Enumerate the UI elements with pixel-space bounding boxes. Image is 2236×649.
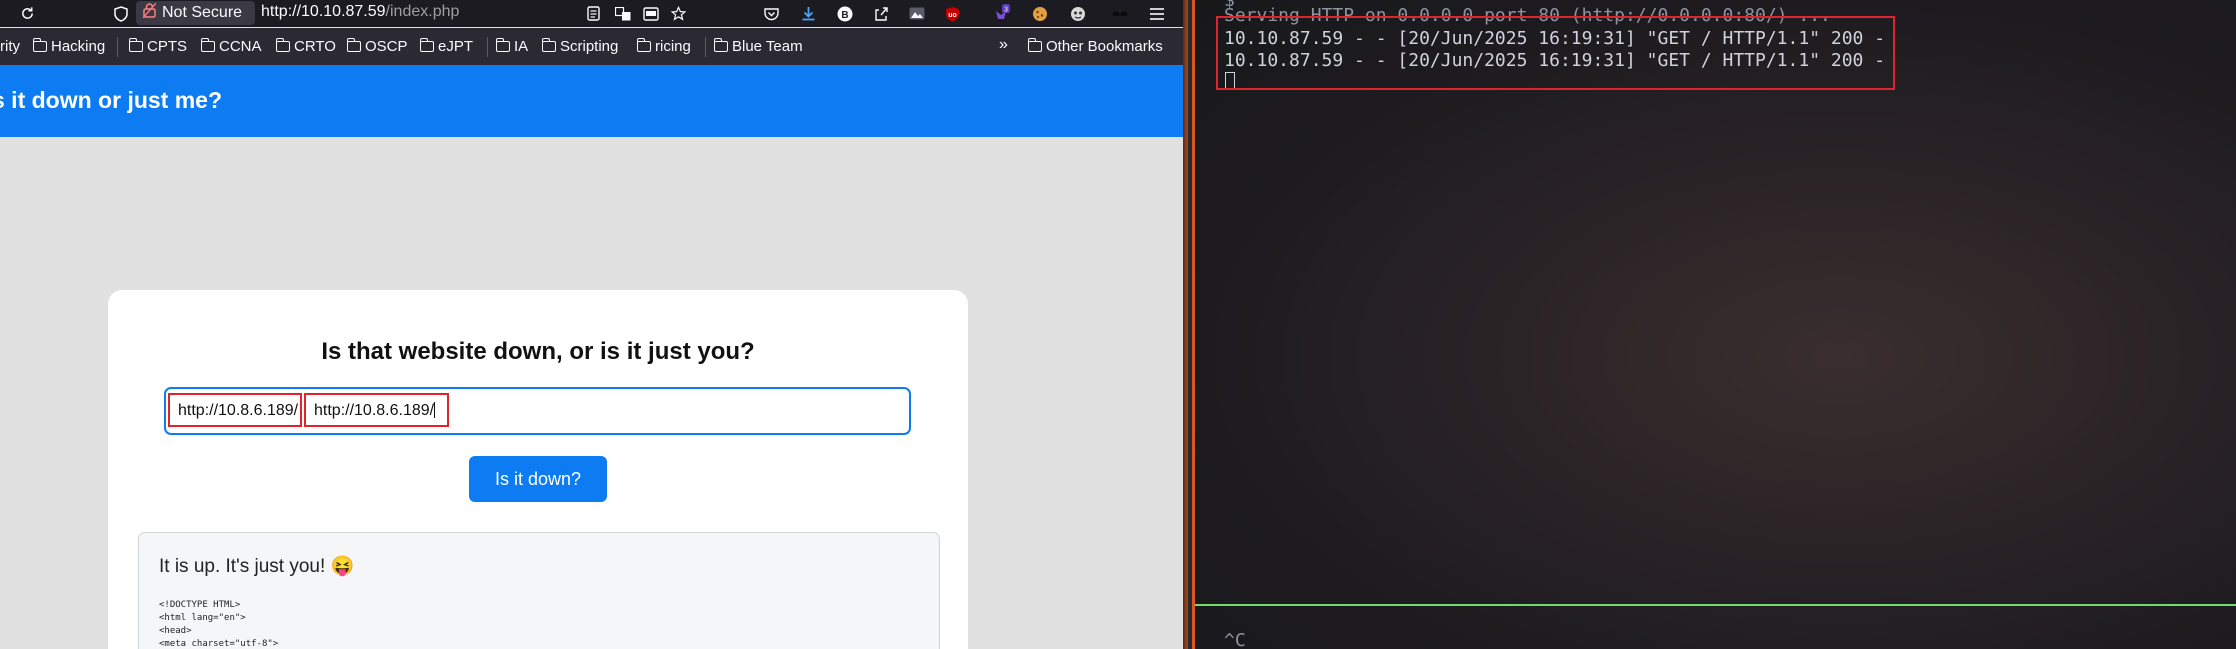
bookmark-blue-team[interactable]: Blue Team <box>713 38 803 55</box>
folder-icon <box>713 38 728 52</box>
pocket-icon[interactable] <box>762 4 781 23</box>
url-value-highlight-1: http://10.8.6.189/ <box>168 393 302 427</box>
folder-icon <box>495 38 510 52</box>
cookie-icon[interactable] <box>1030 4 1049 23</box>
bookmark-label: Blue Team <box>732 38 803 55</box>
hamburger-menu-icon[interactable] <box>1147 4 1166 23</box>
bookmarks-toolbar: rity Hacking CPTS CCNA CRTO OSCP eJPT IA… <box>0 28 1183 65</box>
bookmark-oscp[interactable]: OSCP <box>346 38 408 55</box>
svg-text:uo: uo <box>948 12 957 19</box>
bookmark-separator <box>487 37 488 57</box>
url-input[interactable]: http://10.8.6.189/ http://10.8.6.189/ <box>164 387 911 435</box>
screenshot-icon[interactable] <box>641 4 660 23</box>
folder-icon <box>419 38 434 52</box>
extension-face-icon[interactable] <box>1068 4 1087 23</box>
browser-window: Not Secure http://10.10.87.59/index.php … <box>0 0 1183 649</box>
url-value-text: http://10.8.6.189/ <box>314 402 435 419</box>
bookmark-label: rity <box>0 38 20 55</box>
svg-text:3: 3 <box>1004 7 1008 14</box>
folder-icon <box>275 38 290 52</box>
bookmark-label: CRTO <box>294 38 336 55</box>
result-panel: It is up. It's just you! 😝 <!DOCTYPE HTM… <box>138 532 940 649</box>
text-caret <box>434 402 436 418</box>
folder-icon <box>541 38 556 52</box>
code-line: <html lang="en"> <box>159 613 246 623</box>
reader-view-icon[interactable] <box>584 4 603 23</box>
shield-icon[interactable] <box>111 4 130 23</box>
bookmark-label: Hacking <box>51 38 106 55</box>
broken-lock-icon <box>142 2 157 23</box>
bookmark-label: OSCP <box>365 38 408 55</box>
bookmark-scripting[interactable]: Scripting <box>541 38 619 55</box>
browser-toolbar: Not Secure http://10.10.87.59/index.php … <box>0 0 1183 27</box>
code-line: <!DOCTYPE HTML> <box>159 600 241 610</box>
bookmark-crto[interactable]: CRTO <box>275 38 336 55</box>
url-path: /index.php <box>385 3 460 20</box>
share-icon[interactable] <box>871 4 890 23</box>
not-secure-badge[interactable]: Not Secure <box>136 1 255 25</box>
bookmark-separator <box>117 37 118 57</box>
bookmark-other[interactable]: Other Bookmarks <box>1027 38 1163 55</box>
bookmark-hacking[interactable]: Hacking <box>32 38 106 55</box>
mustache-icon[interactable] <box>1110 4 1129 23</box>
folder-icon <box>32 38 47 52</box>
bookmark-label: Scripting <box>560 38 619 55</box>
ublock-icon[interactable]: uo <box>943 4 962 23</box>
code-line: <head> <box>159 626 192 636</box>
bookmark-star-icon[interactable] <box>669 4 688 23</box>
bookmark-ejpt[interactable]: eJPT <box>419 38 474 55</box>
terminal-window[interactable]: $ Serving HTTP on 0.0.0.0 port 80 (http:… <box>1195 0 2236 649</box>
bookmark-security[interactable]: rity <box>0 38 20 55</box>
bookmark-label: eJPT <box>438 38 474 55</box>
bookmark-label: Other Bookmarks <box>1046 38 1163 55</box>
folder-icon <box>128 38 143 52</box>
extension-badge-icon[interactable]: 3 <box>991 4 1010 23</box>
check-card: Is that website down, or is it just you?… <box>108 290 968 649</box>
bookmark-label: CPTS <box>147 38 188 55</box>
translate-icon[interactable] <box>613 4 632 23</box>
bookmark-label: CCNA <box>219 38 262 55</box>
bookmark-ia[interactable]: IA <box>495 38 529 55</box>
page-header-title: s it down or just me? <box>0 87 223 113</box>
reload-icon[interactable] <box>18 4 37 23</box>
is-it-down-button[interactable]: Is it down? <box>469 456 607 502</box>
bookmark-label: ricing <box>655 38 691 55</box>
extension-image-icon[interactable] <box>907 4 926 23</box>
folder-icon <box>636 38 651 52</box>
bookmark-separator <box>705 37 706 57</box>
bookmark-ccna[interactable]: CCNA <box>200 38 262 55</box>
page-header: s it down or just me? <box>0 65 1183 137</box>
bookmark-ricing[interactable]: ricing <box>636 38 691 55</box>
security-label: Not Secure <box>162 4 243 21</box>
card-title: Is that website down, or is it just you? <box>321 338 755 365</box>
bookmark-cpts[interactable]: CPTS <box>128 38 188 55</box>
url-host: http://10.10.87.59 <box>261 3 386 20</box>
folder-icon <box>200 38 215 52</box>
bookmark-label: IA <box>514 38 529 55</box>
folder-icon <box>346 38 361 52</box>
svg-text:B: B <box>841 10 848 21</box>
url-value-highlight-2: http://10.8.6.189/ <box>304 393 449 427</box>
folder-icon <box>1027 38 1042 52</box>
result-message: It is up. It's just you! 😝 <box>159 556 355 577</box>
terminal-pane-divider <box>1195 604 2236 606</box>
chevron-double-right-icon[interactable]: » <box>999 36 1008 54</box>
extension-b-icon[interactable]: B <box>835 4 854 23</box>
window-divider-line <box>1188 0 1192 649</box>
terminal-highlight-box <box>1216 16 1895 90</box>
download-icon[interactable] <box>799 4 818 23</box>
code-line: <meta charset="utf-8"> <box>159 639 279 649</box>
url-bar[interactable]: http://10.10.87.59/index.php <box>261 3 459 21</box>
terminal-bottom-text: ^C <box>1224 630 1246 649</box>
result-source-code: <!DOCTYPE HTML> <html lang="en"> <head> … <box>159 599 278 649</box>
